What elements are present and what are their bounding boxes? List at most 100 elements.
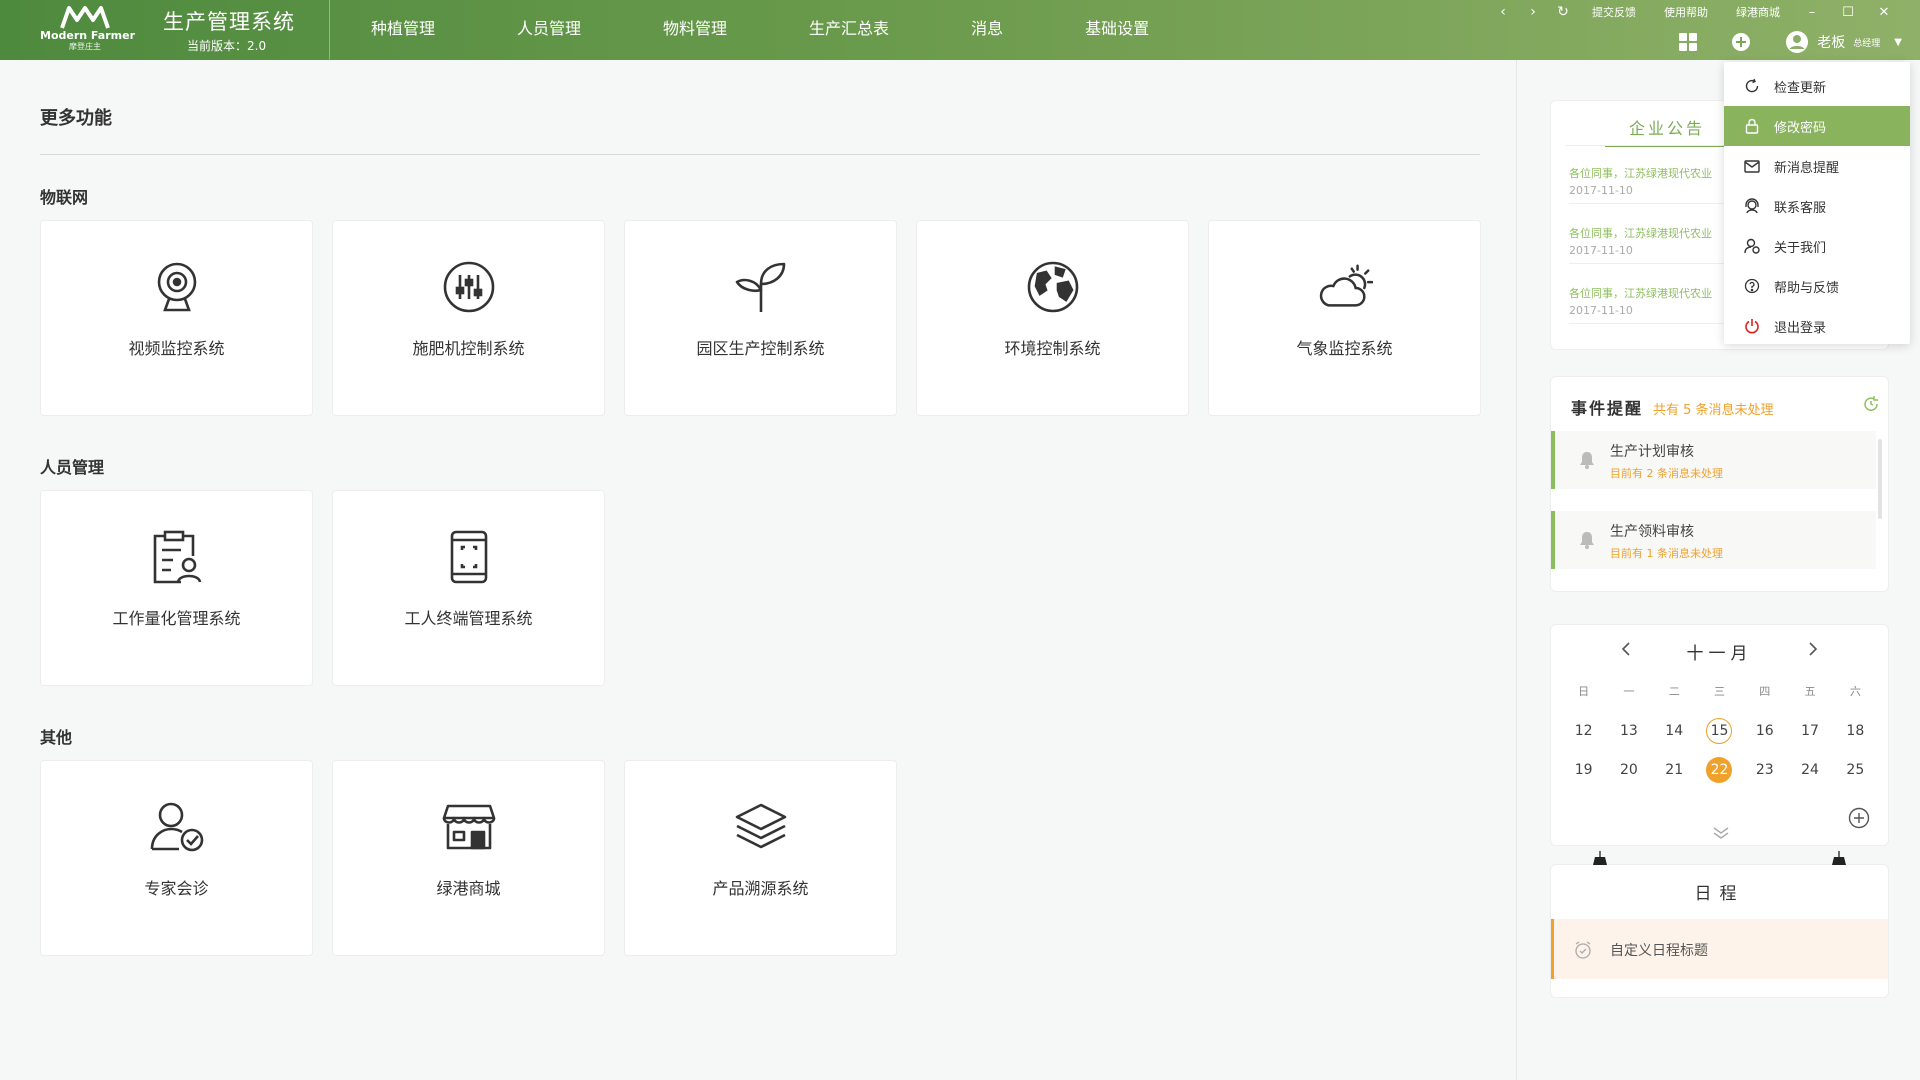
card-environment-control[interactable]: 环境控制系统	[916, 220, 1189, 416]
card-label: 环境控制系统	[1004, 339, 1101, 358]
weather-icon	[1317, 259, 1373, 315]
event-item[interactable]: 生产领料审核 目前有 1 条消息未处理	[1551, 511, 1876, 569]
calendar-day[interactable]: 20	[1606, 757, 1651, 783]
calendar-day[interactable]: 14	[1652, 718, 1697, 744]
back-icon[interactable]: ‹	[1488, 4, 1518, 20]
user-name[interactable]: 老板	[1817, 32, 1845, 52]
calendar-day[interactable]: 13	[1606, 718, 1651, 744]
webcam-icon	[149, 259, 205, 315]
main-nav: 种植管理 人员管理 物料管理 生产汇总表 消息 基础设置	[330, 0, 1190, 60]
avatar[interactable]	[1785, 30, 1809, 54]
mall-link[interactable]: 绿港商城	[1736, 4, 1780, 20]
menu-change-password[interactable]: 修改密码	[1724, 106, 1910, 146]
menu-check-update[interactable]: 检查更新	[1724, 66, 1910, 106]
menu-contact-support[interactable]: 联系客服	[1724, 186, 1910, 226]
card-video-monitoring[interactable]: 视频监控系统	[40, 220, 313, 416]
card-label: 园区生产控制系统	[696, 339, 825, 358]
title-divider	[40, 154, 1480, 155]
events-scrollbar[interactable]	[1878, 439, 1882, 519]
nav-personnel[interactable]: 人员管理	[476, 0, 622, 60]
menu-label: 新消息提醒	[1774, 160, 1840, 176]
calendar-day[interactable]: 25	[1833, 757, 1878, 783]
calendar-day[interactable]: 12	[1561, 718, 1606, 744]
event-title: 生产计划审核	[1610, 444, 1694, 460]
globe-icon	[1025, 259, 1081, 315]
calendar-day[interactable]: 19	[1561, 757, 1606, 783]
menu-about-us[interactable]: 关于我们	[1724, 226, 1910, 266]
tab-notice[interactable]: 企业公告	[1605, 115, 1729, 147]
refresh-icon[interactable]	[1862, 395, 1880, 417]
weekday-label: 四	[1759, 685, 1771, 698]
feedback-link[interactable]: 提交反馈	[1592, 4, 1636, 20]
card-park-production-control[interactable]: 园区生产控制系统	[624, 220, 897, 416]
bell-icon	[1579, 531, 1595, 553]
card-grid-personnel: 工作量化管理系统 工人终端管理系统	[40, 490, 605, 686]
calendar-week-row: 12 13 14 15 16 17 18	[1561, 718, 1878, 744]
chevron-down-icon[interactable]: ▼	[1894, 37, 1902, 48]
top-links: ‹ › ↻ 提交反馈 使用帮助 绿港商城 – ☐ ✕	[1488, 0, 1902, 24]
help-link[interactable]: 使用帮助	[1664, 4, 1708, 20]
menu-help-feedback[interactable]: 帮助与反馈	[1724, 266, 1910, 306]
add-circle-icon[interactable]	[1731, 32, 1751, 52]
calendar-day[interactable]: 16	[1742, 718, 1787, 744]
calendar-day-selected[interactable]: 22	[1697, 757, 1742, 783]
card-label: 工人终端管理系统	[404, 609, 533, 628]
card-label: 气象监控系统	[1296, 339, 1393, 358]
headset-icon	[1744, 198, 1760, 214]
reload-icon[interactable]: ↻	[1548, 4, 1578, 20]
calendar-day[interactable]: 23	[1742, 757, 1787, 783]
notice-item[interactable]: 各位同事，江苏绿港现代农业 2017-11-10	[1569, 165, 1729, 204]
section-title-other: 其他	[40, 728, 73, 747]
calendar-day[interactable]: 18	[1833, 718, 1878, 744]
card-label: 专家会诊	[144, 879, 209, 898]
about-user-icon	[1744, 238, 1760, 254]
top-bar: Modern Farmer 摩登庄主 生产管理系统 当前版本：2.0 种植管理 …	[0, 0, 1920, 60]
card-lvgang-mall[interactable]: 绿港商城	[332, 760, 605, 956]
nav-planting[interactable]: 种植管理	[330, 0, 476, 60]
calendar-day[interactable]: 21	[1652, 757, 1697, 783]
card-weather-monitoring[interactable]: 气象监控系统	[1208, 220, 1481, 416]
user-role: 总经理	[1853, 38, 1881, 49]
calendar-day[interactable]: 17	[1787, 718, 1832, 744]
add-schedule-icon[interactable]	[1848, 807, 1870, 833]
card-fertilizer-control[interactable]: 施肥机控制系统	[332, 220, 605, 416]
page-title: 更多功能	[40, 108, 112, 129]
menu-new-message-alert[interactable]: 新消息提醒	[1724, 146, 1910, 186]
card-label: 产品溯源系统	[712, 879, 809, 898]
card-worker-terminal[interactable]: 工人终端管理系统	[332, 490, 605, 686]
lock-icon	[1744, 118, 1760, 134]
calendar-day-today[interactable]: 15	[1697, 718, 1742, 744]
notice-text: 各位同事，江苏绿港现代农业	[1569, 167, 1712, 180]
notice-item[interactable]: 各位同事，江苏绿港现代农业 2017-11-10	[1569, 225, 1729, 264]
chevron-right-icon[interactable]	[1806, 639, 1820, 663]
logo[interactable]: Modern Farmer 摩登庄主	[40, 4, 135, 56]
refresh-icon	[1744, 78, 1760, 94]
schedule-item-text: 自定义日程标题	[1610, 943, 1708, 959]
minimize-icon[interactable]: –	[1794, 5, 1830, 20]
card-expert-consultation[interactable]: 专家会诊	[40, 760, 313, 956]
grid-apps-icon[interactable]	[1679, 33, 1698, 51]
notice-item[interactable]: 各位同事，江苏绿港现代农业 2017-11-10	[1569, 285, 1729, 324]
menu-logout[interactable]: 退出登录	[1724, 306, 1910, 346]
card-product-traceability[interactable]: 产品溯源系统	[624, 760, 897, 956]
expand-down-icon[interactable]	[1711, 825, 1731, 844]
nav-materials[interactable]: 物料管理	[622, 0, 768, 60]
right-panel-divider	[1516, 60, 1517, 1080]
forward-icon[interactable]: ›	[1518, 4, 1548, 20]
calendar-day[interactable]: 24	[1787, 757, 1832, 783]
notice-text: 各位同事，江苏绿港现代农业	[1569, 227, 1712, 240]
binder-clip-icon	[1830, 851, 1848, 869]
menu-label: 帮助与反馈	[1774, 280, 1840, 296]
card-workload-management[interactable]: 工作量化管理系统	[40, 490, 313, 686]
notice-text: 各位同事，江苏绿港现代农业	[1569, 287, 1712, 300]
close-icon[interactable]: ✕	[1866, 5, 1902, 20]
maximize-icon[interactable]: ☐	[1830, 5, 1866, 20]
calendar-panel: 十一月 日 一 二 三 四 五 六 12 13 14 15 16 17 18 1…	[1550, 624, 1889, 846]
calendar-weekdays: 日 一 二 三 四 五 六	[1561, 683, 1878, 699]
schedule-item[interactable]: 自定义日程标题	[1551, 919, 1888, 979]
nav-production-summary[interactable]: 生产汇总表	[768, 0, 930, 60]
event-item[interactable]: 生产计划审核 目前有 2 条消息未处理	[1551, 431, 1876, 489]
events-title: 事件提醒	[1571, 399, 1644, 418]
nav-messages[interactable]: 消息	[930, 0, 1044, 60]
nav-basic-settings[interactable]: 基础设置	[1044, 0, 1190, 60]
